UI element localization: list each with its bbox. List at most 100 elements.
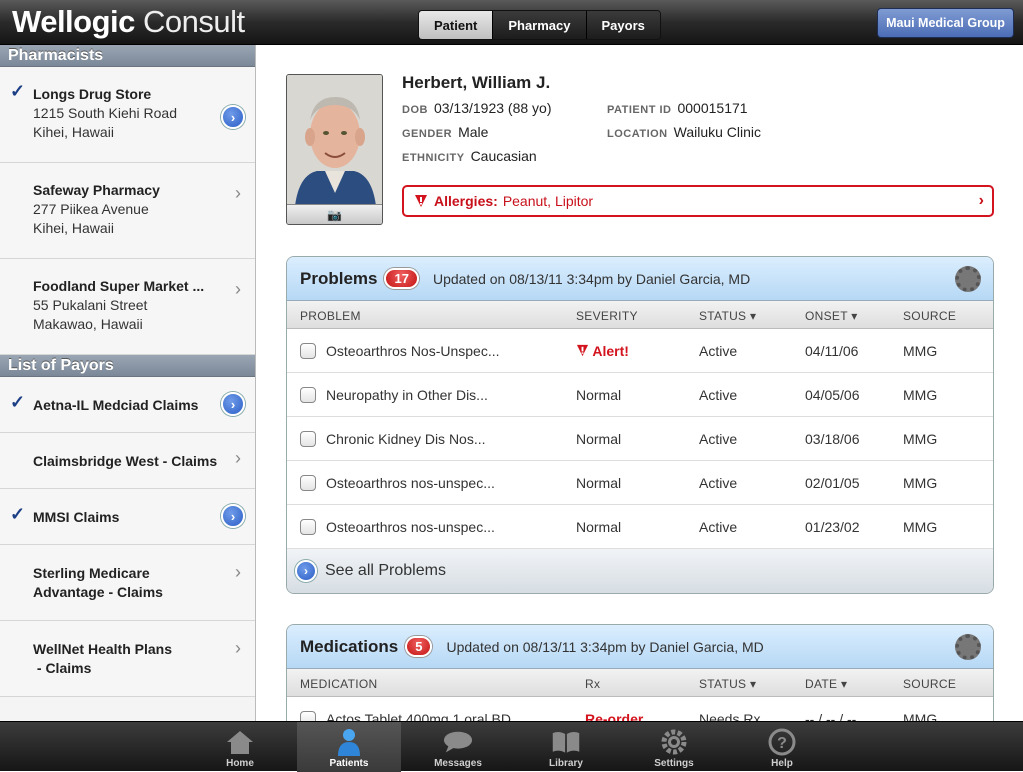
main-content: 📷 Herbert, William J. DOB 03/13/1923 (88 …: [257, 45, 1023, 721]
tab-pharmacy[interactable]: Pharmacy: [493, 11, 587, 39]
gear-icon[interactable]: [955, 266, 981, 292]
payor-item-sterling[interactable]: Sterling Medicare Advantage - Claims ›: [0, 545, 255, 621]
org-button[interactable]: Maui Medical Group: [877, 8, 1014, 38]
payor-item-wellnet[interactable]: WellNet Health Plans - Claims ›: [0, 621, 255, 697]
status-value: Active: [699, 387, 738, 403]
row-checkbox[interactable]: [300, 387, 316, 403]
col-source[interactable]: SOURCE: [903, 677, 956, 691]
see-all-label: See all Problems: [325, 562, 446, 579]
pharmacists-header: Pharmacists: [0, 45, 255, 67]
col-problem[interactable]: PROBLEM: [300, 309, 361, 323]
app-logo: Wellogic Consult: [12, 4, 245, 39]
tab-messages[interactable]: Messages: [406, 722, 510, 772]
problems-panel: Problems 17 Updated on 08/13/11 3:34pm b…: [286, 256, 994, 594]
pharmacy-address: 55 Pukalani Street: [33, 297, 148, 313]
chevron-right-icon: ›: [295, 560, 317, 582]
tab-home[interactable]: Home: [188, 722, 292, 772]
help-icon: ?: [767, 728, 797, 756]
detail-disclosure-icon[interactable]: ›: [221, 392, 245, 416]
allergies-value: Peanut, Lipitor: [502, 193, 594, 209]
row-checkbox[interactable]: [300, 711, 316, 721]
payor-item-claimsbridge[interactable]: Claimsbridge West - Claims ›: [0, 433, 255, 489]
payor-name: WellNet Health Plans: [33, 641, 173, 657]
tab-label: Library: [549, 758, 583, 769]
tab-library[interactable]: Library: [514, 722, 618, 772]
chevron-right-icon: ›: [235, 638, 241, 658]
patient-photo[interactable]: 📷: [286, 74, 383, 225]
table-row[interactable]: Osteoarthros nos-unspec... Normal Active 01…: [287, 505, 993, 549]
col-severity[interactable]: SEVERITY: [576, 309, 638, 323]
col-date[interactable]: DATE ▾: [805, 677, 847, 691]
location-label: LOCATION: [607, 128, 668, 140]
location-field: LOCATION Wailuku Clinic: [607, 124, 761, 142]
detail-disclosure-icon[interactable]: ›: [221, 504, 245, 528]
dob-label: DOB: [402, 104, 428, 116]
dob-value: 03/13/1923 (88 yo): [433, 100, 552, 116]
col-status[interactable]: STATUS ▾: [699, 309, 756, 323]
table-row[interactable]: Osteoarthros nos-unspec... Normal Active 02…: [287, 461, 993, 505]
pharmacy-item-safeway[interactable]: Safeway Pharmacy 277 Piikea Avenue Kihei…: [0, 163, 255, 259]
medications-title: Medications: [300, 636, 399, 656]
settings-icon: [659, 728, 689, 756]
col-onset[interactable]: ONSET ▾: [805, 309, 858, 323]
patient-name: Herbert, William J.: [402, 73, 551, 92]
row-checkbox[interactable]: [300, 519, 316, 535]
chevron-right-icon: ›: [235, 448, 241, 468]
table-row[interactable]: Osteoarthros Nos-Unspec... Alert! Active 0…: [287, 329, 993, 373]
payors-header: List of Payors: [0, 355, 255, 377]
pharmacy-item-longs[interactable]: ✓ Longs Drug Store 1215 South Kiehi Road…: [0, 67, 255, 163]
medications-count-badge: 5: [405, 636, 433, 657]
table-row[interactable]: Chronic Kidney Dis Nos... Normal Active 03/…: [287, 417, 993, 461]
tab-patients[interactable]: Patients: [297, 722, 401, 772]
gear-icon[interactable]: [955, 634, 981, 660]
row-checkbox[interactable]: [300, 431, 316, 447]
detail-disclosure-icon[interactable]: ›: [221, 105, 245, 129]
allergies-label: Allergies:: [434, 193, 498, 209]
payor-item-mmsi[interactable]: ✓ MMSI Claims ›: [0, 489, 255, 545]
tab-settings[interactable]: Settings: [622, 722, 726, 772]
messages-icon: [443, 728, 473, 756]
tab-payors[interactable]: Payors: [586, 11, 660, 39]
col-medication[interactable]: MEDICATION: [300, 677, 377, 691]
source-value: MMG: [903, 475, 938, 491]
pharmacy-item-foodland[interactable]: Foodland Super Market ... 55 Pukalani St…: [0, 259, 255, 355]
chevron-right-icon: ›: [978, 192, 984, 209]
camera-icon[interactable]: 📷: [287, 204, 382, 224]
med-status: Needs Rx: [699, 711, 761, 721]
severity-alert: Alert!: [576, 343, 629, 359]
see-all-problems-button[interactable]: › See all Problems: [287, 549, 993, 593]
col-rx[interactable]: Rx: [585, 677, 600, 691]
table-row[interactable]: Actos Tablet 400mg 1 oral BD Re-order Ne…: [287, 697, 993, 721]
pharmacy-name: Safeway Pharmacy: [33, 182, 160, 198]
med-source: MMG: [903, 711, 938, 721]
problems-column-header: PROBLEM SEVERITY STATUS ▾ ONSET ▾ SOURCE: [287, 301, 993, 329]
row-checkbox[interactable]: [300, 343, 316, 359]
col-status[interactable]: STATUS ▾: [699, 677, 756, 691]
dob-field: DOB 03/13/1923 (88 yo): [402, 100, 551, 118]
chevron-right-icon: ›: [235, 183, 241, 203]
col-source[interactable]: SOURCE: [903, 309, 956, 323]
top-bar: Wellogic Consult Patient Pharmacy Payors…: [0, 0, 1023, 45]
patients-icon: [334, 728, 364, 756]
tab-help[interactable]: ? Help: [730, 722, 834, 772]
onset-value: 02/01/05: [805, 475, 860, 491]
problems-updated: Updated on 08/13/11 3:34pm by Daniel Gar…: [432, 270, 751, 287]
payor-name: Claimsbridge West - Claims: [33, 453, 218, 469]
tab-patient[interactable]: Patient: [419, 11, 494, 39]
status-value: Active: [699, 519, 738, 535]
payor-name: Sterling Medicare: [33, 565, 150, 581]
tab-label: Settings: [654, 758, 694, 769]
row-checkbox[interactable]: [300, 475, 316, 491]
ethnicity-label: ETHNICITY: [402, 152, 465, 164]
checkmark-icon: ✓: [10, 392, 26, 412]
allergies-banner[interactable]: Allergies: Peanut, Lipitor ›: [402, 185, 994, 217]
medications-updated: Updated on 08/13/11 3:34pm by Daniel Gar…: [446, 638, 764, 655]
payor-item-aetna[interactable]: ✓ Aetna-IL Medciad Claims ›: [0, 377, 255, 433]
problem-name: Osteoarthros nos-unspec...: [326, 475, 495, 491]
payor-name-line2: - Claims: [33, 660, 92, 676]
checkmark-icon: ✓: [10, 81, 26, 101]
gender-value: Male: [458, 124, 489, 140]
alert-icon: [576, 344, 589, 357]
table-row[interactable]: Neuropathy in Other Dis... Normal Active 04…: [287, 373, 993, 417]
medication-name: Actos Tablet 400mg 1 oral BD: [326, 711, 511, 721]
